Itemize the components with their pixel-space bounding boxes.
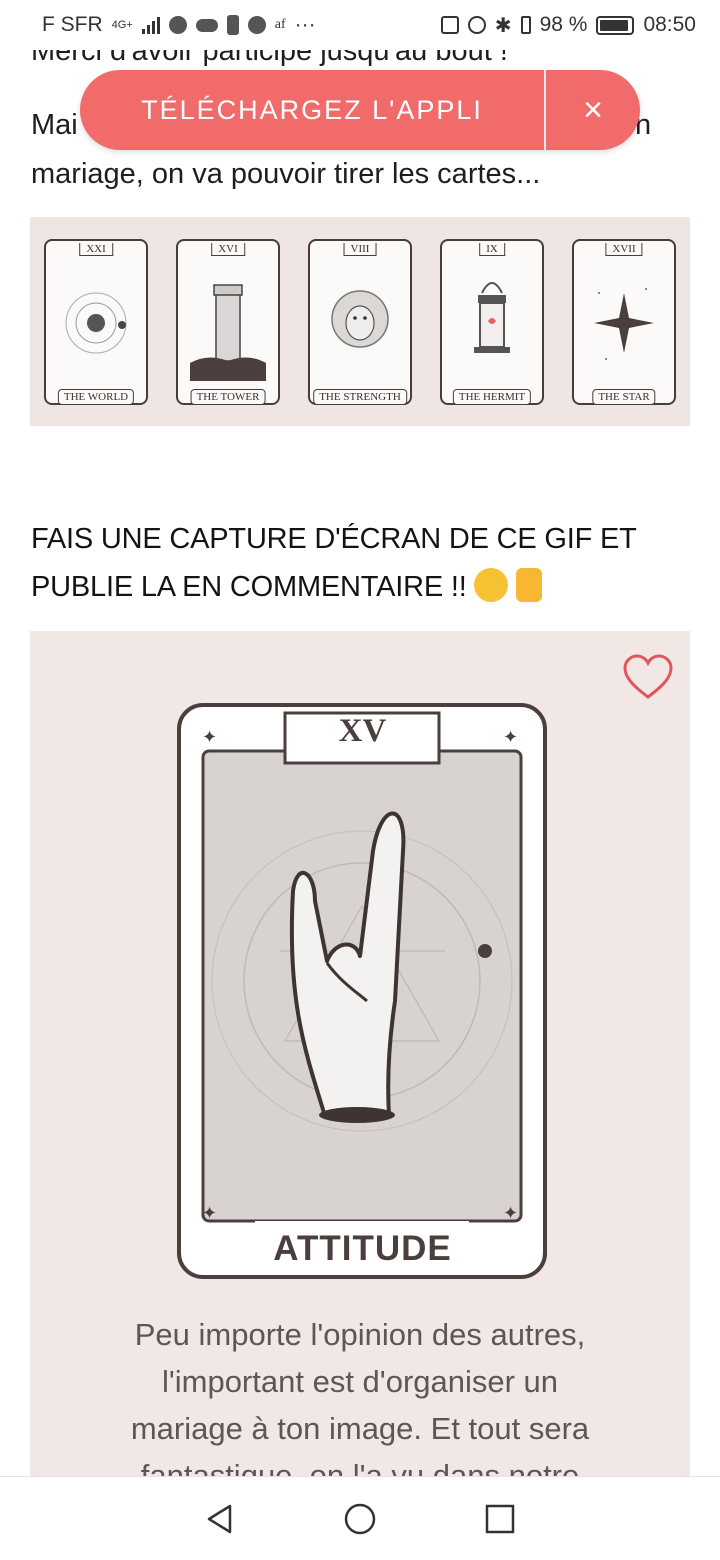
notification-icon: [226, 15, 239, 35]
tarot-gif: ✦ ✦ ✦ ✦ XV ATTITUDE Peu importe l'opinio…: [30, 631, 690, 1531]
star-icon: [594, 287, 654, 360]
card-number-label: XV: [338, 713, 387, 749]
svg-text:✦: ✦: [503, 1203, 518, 1223]
tarot-card: XVII THE STAR: [572, 238, 676, 405]
home-icon: [344, 1503, 376, 1534]
card-number: XXI: [79, 242, 113, 256]
monocle-face-icon: [474, 568, 509, 602]
tower-icon: [190, 283, 266, 381]
card-name: THE STRENGTH: [313, 388, 407, 405]
lantern-icon: [474, 281, 510, 353]
card-number: VIII: [343, 242, 377, 256]
call-to-action-heading: FAIS UNE CAPTURE D'ÉCRAN DE CE GIF ET PU…: [31, 515, 691, 611]
card-number: XVI: [211, 242, 245, 256]
svg-text:✦: ✦: [202, 1203, 217, 1223]
status-left: F SFR 4G+ af ···: [42, 13, 316, 37]
network-label: 4G+: [111, 19, 133, 31]
call-to-action-text: FAIS UNE CAPTURE D'ÉCRAN DE CE GIF ET PU…: [31, 523, 637, 603]
alarm-icon: [467, 16, 486, 34]
download-app-banner: TÉLÉCHARGEZ L'APPLI ×: [80, 70, 640, 150]
navigation-bar: [0, 1476, 720, 1560]
battery-percent: 98 %: [539, 13, 588, 36]
status-right: ✱ 98 % 08:50: [440, 13, 696, 38]
pointing-down-icon: [516, 568, 543, 602]
attitude-tarot-card: ✦ ✦ ✦ ✦: [177, 703, 547, 1279]
gif-caption: Peu importe l'opinion des autres, l'impo…: [60, 1311, 660, 1499]
download-app-button[interactable]: TÉLÉCHARGEZ L'APPLI: [80, 95, 544, 126]
tarot-card: IX THE HERMIT: [440, 238, 544, 405]
signal-icon: [141, 16, 160, 34]
tarot-card: XXI THE WORLD: [44, 238, 148, 405]
chrome-icon: [247, 16, 266, 34]
cloud-icon: [195, 18, 218, 32]
card-title: ATTITUDE: [273, 1229, 452, 1268]
app-label: af: [274, 17, 286, 32]
chrome-icon: [168, 16, 187, 34]
more-notifications: ···: [294, 13, 316, 36]
close-banner-button[interactable]: ×: [546, 70, 640, 150]
lion-icon: [331, 289, 389, 348]
card-name: THE HERMIT: [452, 388, 532, 405]
card-name: THE TOWER: [190, 388, 266, 405]
caption-line: mariage à ton image. Et tout sera: [130, 1411, 590, 1446]
status-bar: F SFR 4G+ af ··· ✱ 98 % 08:50: [0, 0, 720, 50]
vibrate-icon: [520, 16, 531, 34]
article-line-3: mariage, on va pouvoir tirer les cartes.…: [31, 158, 541, 190]
card-name: THE STAR: [592, 388, 656, 405]
planet-icon: [65, 292, 127, 353]
banner-divider: [544, 70, 546, 150]
caption-line: Peu importe l'opinion des autres,: [134, 1317, 586, 1352]
clock: 08:50: [643, 13, 696, 36]
card-name: THE WORLD: [57, 388, 135, 405]
card-number: XVII: [605, 242, 643, 256]
bluetooth-icon: ✱: [494, 14, 512, 37]
back-button[interactable]: [195, 1494, 245, 1544]
tarot-card: VIII THE STRENGTH: [308, 238, 412, 405]
heart-icon[interactable]: [622, 653, 674, 701]
home-button[interactable]: [335, 1494, 385, 1544]
recents-button[interactable]: [475, 1494, 525, 1544]
tarot-cards-image: XXI THE WORLD XVI THE TOWER VIII THE STR…: [30, 217, 690, 426]
back-icon: [207, 1504, 232, 1533]
article-line-2-start: Mai: [31, 109, 78, 141]
recents-icon: [485, 1504, 515, 1533]
card-number: IX: [479, 242, 505, 256]
caption-line: l'important est d'organiser un: [161, 1364, 559, 1399]
battery-icon: [596, 15, 635, 35]
tarot-card: XVI THE TOWER: [176, 238, 280, 405]
nfc-icon: [440, 16, 459, 34]
carrier-label: F SFR: [42, 13, 103, 36]
